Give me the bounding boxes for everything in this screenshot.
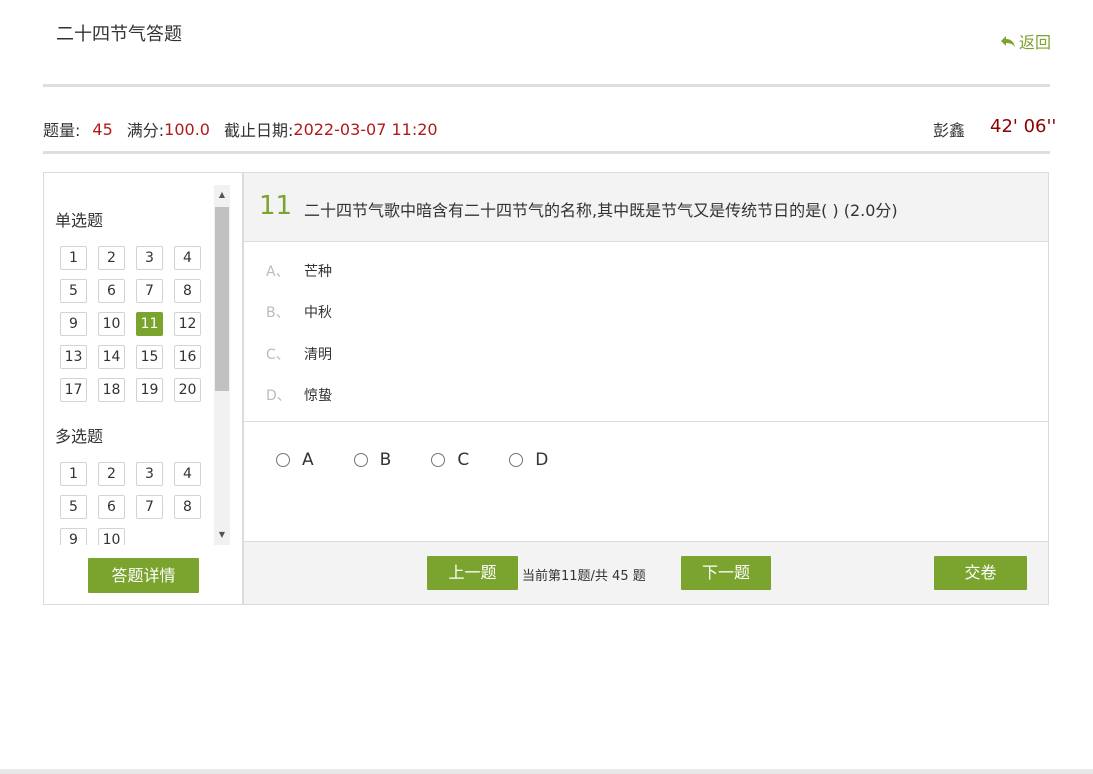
full-score-value: 100.0: [164, 119, 210, 139]
single-question-9[interactable]: 9: [60, 312, 87, 336]
answer-label: A: [302, 450, 314, 470]
deadline-value: 2022-03-07 11:20: [293, 119, 438, 139]
answer-radio-b[interactable]: B: [353, 450, 392, 470]
radio-circle-icon[interactable]: [276, 453, 290, 467]
back-label: 返回: [1019, 33, 1052, 52]
option-text: 惊蛰: [304, 388, 332, 404]
option-b: B、 中秋: [266, 302, 332, 322]
question-panel: 11 二十四节气歌中暗含有二十四节气的名称,其中既是节气又是传统节日的是( ) …: [243, 172, 1049, 605]
bottom-edge: [0, 769, 1093, 774]
single-question-19[interactable]: 19: [136, 378, 163, 402]
answer-label: C: [457, 450, 470, 470]
multi-choice-title: 多选题: [55, 427, 104, 446]
multi-choice-grid: 1 2 3 4 5 6 7 8 9 10: [60, 462, 210, 545]
single-question-20[interactable]: 20: [174, 378, 201, 402]
multi-question-3[interactable]: 3: [136, 462, 163, 486]
option-letter: B、: [266, 305, 290, 321]
option-d: D、 惊蛰: [266, 385, 332, 405]
single-question-18[interactable]: 18: [98, 378, 125, 402]
prev-question-button[interactable]: 上一题: [427, 556, 518, 590]
current-position: 当前第11题/共 45 题: [522, 569, 646, 584]
exam-info: 题量: 45 满分: 100.0 截止日期: 2022-03-07 11:20: [43, 117, 438, 141]
scrollbar-thumb[interactable]: [215, 207, 229, 391]
deadline-label: 截止日期:: [223, 121, 294, 140]
single-question-10[interactable]: 10: [98, 312, 125, 336]
question-nav-panel: 单选题 1 2 3 4 5 6 7 8 9 10 11 12 13 14 15 16 17 18 19 20 多选题 …: [43, 172, 243, 605]
page-title: 二十四节气答题: [56, 24, 182, 45]
multi-question-10[interactable]: 10: [98, 528, 125, 545]
option-text: 芒种: [304, 264, 332, 280]
option-letter: D、: [266, 388, 291, 404]
answer-radio-d[interactable]: D: [509, 450, 548, 470]
answer-radio-group: A B C D: [276, 450, 588, 470]
single-choice-grid: 1 2 3 4 5 6 7 8 9 10 11 12 13 14 15 16 17 18 19 20: [60, 246, 210, 402]
multi-question-9[interactable]: 9: [60, 528, 87, 545]
option-c: C、 清明: [266, 344, 332, 364]
user-name: 彭鑫: [933, 121, 966, 140]
single-question-11[interactable]: 11: [136, 312, 163, 336]
answer-label: D: [535, 450, 549, 470]
single-question-12[interactable]: 12: [174, 312, 201, 336]
nav-scrollbar[interactable]: ▲ ▼: [214, 185, 230, 545]
count-value: 45: [92, 119, 113, 139]
single-question-2[interactable]: 2: [98, 246, 125, 270]
countdown-timer: 42' 06'': [990, 116, 1057, 137]
question-nav-scroll[interactable]: 单选题 1 2 3 4 5 6 7 8 9 10 11 12 13 14 15 16 17 18 19 20 多选题 …: [44, 185, 214, 545]
single-question-3[interactable]: 3: [136, 246, 163, 270]
single-question-16[interactable]: 16: [174, 345, 201, 369]
single-question-4[interactable]: 4: [174, 246, 201, 270]
next-question-button[interactable]: 下一题: [681, 556, 771, 590]
count-label: 题量:: [43, 121, 81, 140]
option-text: 清明: [304, 347, 332, 363]
multi-question-1[interactable]: 1: [60, 462, 87, 486]
option-text: 中秋: [304, 305, 332, 321]
question-text: 二十四节气歌中暗含有二十四节气的名称,其中既是节气又是传统节日的是( ) (2.…: [304, 201, 898, 220]
radio-circle-icon[interactable]: [353, 453, 368, 467]
divider: [43, 84, 1050, 87]
multi-question-4[interactable]: 4: [174, 462, 201, 486]
scroll-up-icon[interactable]: ▲: [214, 187, 230, 203]
radio-circle-icon[interactable]: [431, 453, 446, 467]
answer-radio-c[interactable]: C: [431, 450, 469, 470]
radio-circle-icon[interactable]: [509, 453, 524, 467]
question-footer: 上一题 当前第11题/共 45 题 下一题 交卷: [244, 541, 1048, 604]
single-choice-title: 单选题: [55, 211, 104, 230]
multi-question-8[interactable]: 8: [174, 495, 201, 519]
option-letter: A、: [266, 264, 290, 280]
single-question-6[interactable]: 6: [98, 279, 125, 303]
options-list: A、 芒种 B、 中秋 C、 清明 D、 惊蛰: [244, 242, 1048, 422]
answer-label: B: [379, 450, 392, 470]
submit-button[interactable]: 交卷: [934, 556, 1027, 590]
scroll-down-icon[interactable]: ▼: [214, 527, 230, 543]
single-question-8[interactable]: 8: [174, 279, 201, 303]
single-question-15[interactable]: 15: [136, 345, 163, 369]
multi-question-2[interactable]: 2: [98, 462, 125, 486]
option-a: A、 芒种: [266, 261, 332, 281]
single-question-1[interactable]: 1: [60, 246, 87, 270]
multi-question-5[interactable]: 5: [60, 495, 87, 519]
single-question-14[interactable]: 14: [98, 345, 125, 369]
single-question-5[interactable]: 5: [60, 279, 87, 303]
single-question-17[interactable]: 17: [60, 378, 87, 402]
question-header: 11 二十四节气歌中暗含有二十四节气的名称,其中既是节气又是传统节日的是( ) …: [244, 173, 1048, 242]
multi-question-6[interactable]: 6: [98, 495, 125, 519]
multi-question-7[interactable]: 7: [136, 495, 163, 519]
full-score-label: 满分:: [126, 121, 165, 140]
back-link[interactable]: 返回: [1000, 29, 1051, 53]
answer-details-button[interactable]: 答题详情: [88, 558, 199, 593]
single-question-7[interactable]: 7: [136, 279, 163, 303]
answer-radio-a[interactable]: A: [276, 450, 314, 470]
reply-arrow-icon: [1001, 36, 1015, 47]
question-number: 11: [259, 191, 293, 221]
option-letter: C、: [266, 347, 290, 363]
divider: [43, 151, 1050, 154]
single-question-13[interactable]: 13: [60, 345, 87, 369]
